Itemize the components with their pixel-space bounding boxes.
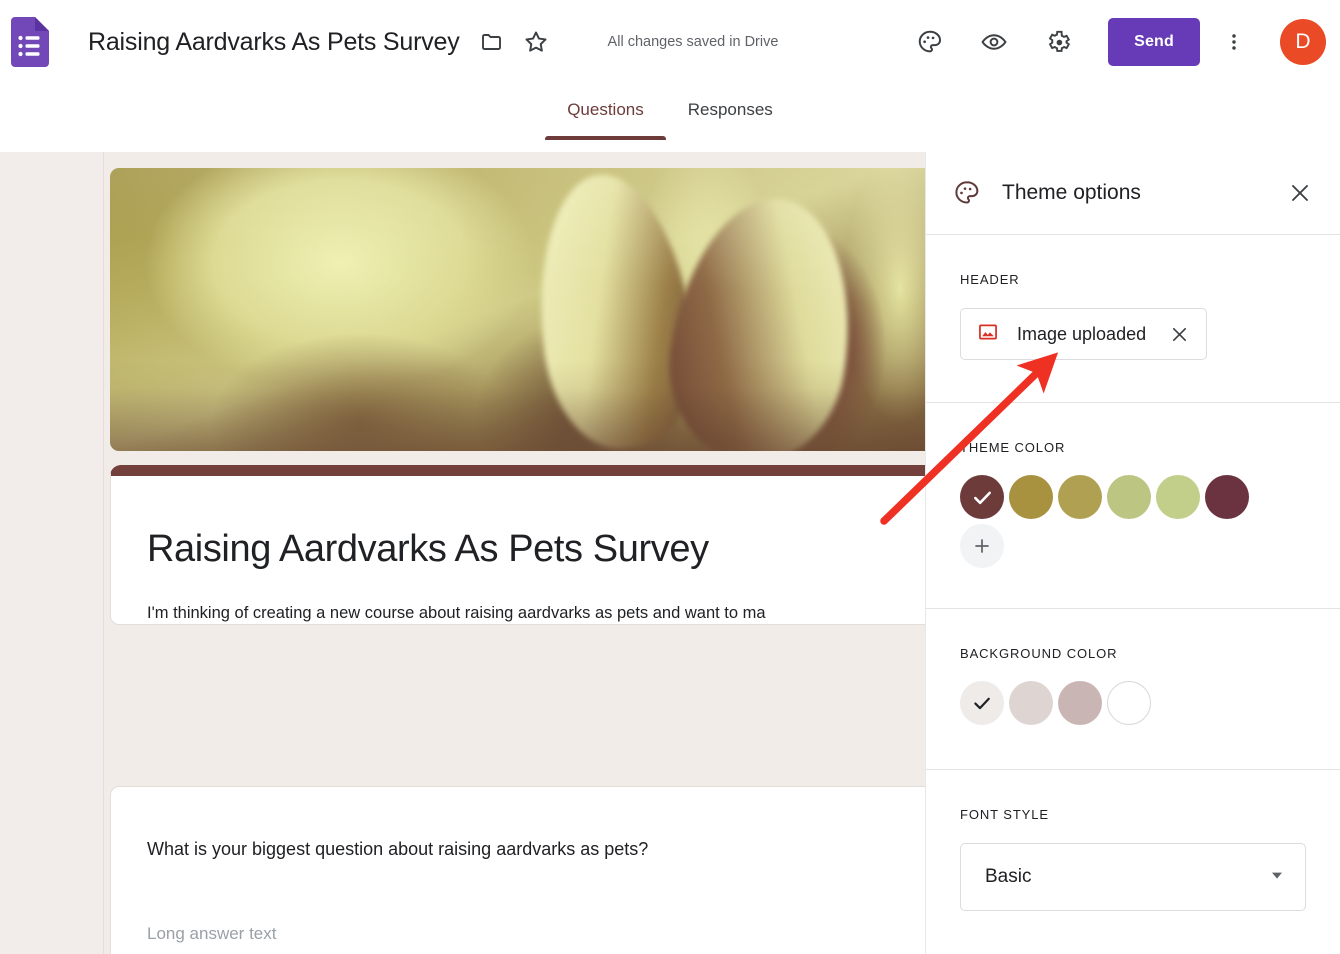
star-outline-icon[interactable] (516, 22, 556, 62)
banner-shade (110, 361, 940, 451)
tab-questions[interactable]: Questions (545, 84, 666, 140)
font-style-label: FONT STYLE (960, 807, 1049, 822)
theme-swatch-dark-gold[interactable] (1009, 475, 1053, 519)
more-vertical-icon[interactable] (1214, 22, 1254, 62)
document-title[interactable]: Raising Aardvarks As Pets Survey (88, 28, 460, 57)
form-description[interactable]: I'm thinking of creating a new course ab… (147, 600, 903, 624)
header-section-label: HEADER (960, 272, 1020, 287)
theme-panel-header: Theme options (926, 152, 1340, 235)
form-header-image[interactable] (110, 168, 940, 451)
image-uploaded-label: Image uploaded (1017, 323, 1147, 344)
question-title[interactable]: What is your biggest question about rais… (147, 839, 903, 860)
send-button[interactable]: Send (1108, 18, 1200, 66)
google-forms-icon[interactable] (8, 14, 52, 70)
form-title[interactable]: Raising Aardvarks As Pets Survey (147, 528, 903, 571)
theme-swatch-olive-gold[interactable] (1058, 475, 1102, 519)
add-theme-color-button[interactable] (960, 524, 1004, 568)
close-icon[interactable] (1282, 175, 1318, 211)
font-style-section: FONT STYLE Basic (926, 807, 1340, 911)
divider (926, 608, 1340, 609)
header-actions: Send D (898, 0, 1326, 84)
chevron-down-icon (1267, 865, 1287, 890)
font-style-dropdown[interactable]: Basic (960, 843, 1306, 911)
font-style-value: Basic (985, 866, 1032, 887)
app-header: Raising Aardvarks As Pets Survey All cha… (0, 0, 1340, 84)
canvas-left-gutter (0, 152, 104, 954)
tab-bar: Questions Responses (0, 84, 1340, 152)
theme-color-label: THEME COLOR (960, 440, 1066, 455)
palette-icon[interactable] (910, 22, 950, 62)
eye-icon[interactable] (974, 22, 1014, 62)
background-color-swatches (960, 681, 1306, 725)
header-section: HEADER Image uploaded (926, 272, 1340, 402)
theme-options-panel: Theme options HEADER Image uploaded THEM… (925, 152, 1340, 954)
form-description-line-1: I'm thinking of creating a new course ab… (147, 604, 766, 622)
theme-swatch-dark-maroon[interactable] (960, 475, 1004, 519)
theme-swatch-light-olive[interactable] (1107, 475, 1151, 519)
palette-icon (952, 178, 982, 208)
tab-responses[interactable]: Responses (666, 84, 795, 140)
bg-swatch-white[interactable] (1107, 681, 1151, 725)
theme-swatch-pale-green[interactable] (1156, 475, 1200, 519)
save-status: All changes saved in Drive (607, 34, 779, 50)
background-color-label: BACKGROUND COLOR (960, 646, 1118, 661)
theme-swatch-deep-wine[interactable] (1205, 475, 1249, 519)
form-title-card[interactable]: Raising Aardvarks As Pets Survey I'm thi… (110, 465, 940, 625)
bg-swatch-off-white[interactable] (960, 681, 1004, 725)
bg-swatch-light-taupe[interactable] (1009, 681, 1053, 725)
avatar[interactable]: D (1280, 19, 1326, 65)
theme-panel-title: Theme options (1002, 181, 1141, 204)
background-color-section: BACKGROUND COLOR (926, 646, 1340, 769)
folder-icon[interactable] (472, 22, 512, 62)
divider (926, 402, 1340, 403)
bg-swatch-rose-taupe[interactable] (1058, 681, 1102, 725)
gear-icon[interactable] (1038, 22, 1078, 62)
image-uploaded-chip[interactable]: Image uploaded (960, 308, 1208, 360)
divider (926, 769, 1340, 770)
image-icon (977, 321, 999, 348)
theme-color-swatches (960, 475, 1306, 519)
question-card[interactable]: What is your biggest question about rais… (110, 786, 940, 954)
remove-image-icon[interactable] (1166, 321, 1192, 347)
question-answer-placeholder: Long answer text (147, 924, 277, 943)
theme-color-section: THEME COLOR (926, 440, 1340, 608)
